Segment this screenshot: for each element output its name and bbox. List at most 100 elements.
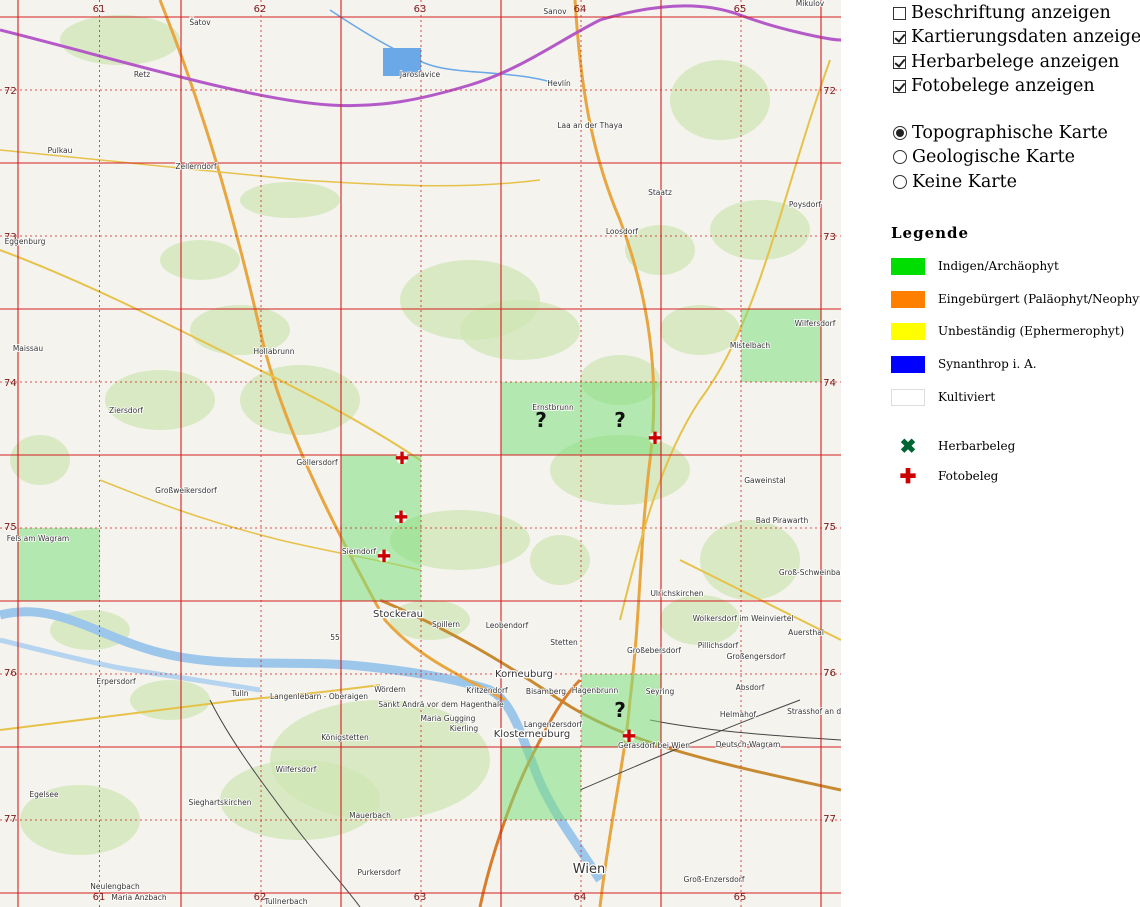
- place-label: Wördern: [374, 685, 406, 694]
- place-label: Helmahof: [720, 710, 757, 719]
- checkbox-herbarbelege[interactable]: Herbarbelege anzeigen: [891, 50, 1119, 74]
- legend-swatch: [891, 355, 925, 373]
- forest-patch: [160, 240, 240, 280]
- place-label: Groß-Enzersdorf: [684, 875, 745, 884]
- fotobeleg-icon: ✚: [395, 449, 409, 469]
- checkbox-box[interactable]: [893, 79, 906, 93]
- checkbox-kartierungsdaten[interactable]: Kartierungsdaten anzeigen: [891, 25, 1140, 49]
- grid-row-label: 74: [823, 378, 836, 389]
- herbarbeleg-icon: ✖: [899, 434, 917, 458]
- checkbox-beschriftung[interactable]: Beschriftung anzeigen: [891, 1, 1111, 25]
- grid-row-label: 77: [823, 814, 836, 825]
- grid-col-label: 63: [414, 4, 427, 15]
- place-label: Korneuburg: [495, 669, 553, 680]
- grid-row-label: 75: [4, 522, 17, 533]
- grid-row-label: 76: [4, 668, 17, 679]
- fotobeleg-marker[interactable]: ✚: [377, 547, 391, 567]
- grid-col-label: 65: [734, 892, 747, 903]
- place-label: Kierling: [450, 724, 479, 733]
- forest-patch: [240, 182, 340, 218]
- place-label: Loosdorf: [606, 227, 639, 236]
- grid-col-label: 64: [574, 4, 587, 15]
- grid-col-label: 63: [414, 892, 427, 903]
- checkbox-label: Fotobelege anzeigen: [911, 76, 1095, 96]
- forest-patch: [60, 15, 180, 65]
- legend-swatch: [891, 257, 925, 275]
- radio-geologisch[interactable]: Geologische Karte: [891, 145, 1075, 169]
- checkbox-label: Kartierungsdaten anzeigen: [911, 27, 1140, 47]
- question-mark-icon: ?: [614, 698, 626, 722]
- place-label: Maissau: [13, 344, 44, 353]
- place-label: Poysdorf: [789, 200, 822, 209]
- fotobeleg-icon: ✚: [622, 727, 636, 747]
- legend-label: Fotobeleg: [938, 469, 999, 483]
- legend-label: Herbarbeleg: [938, 439, 1016, 453]
- place-label: Pillichsdorf: [698, 641, 739, 650]
- unknown-status-marker[interactable]: ?: [614, 408, 626, 432]
- fotobeleg-marker[interactable]: ✚: [395, 449, 409, 469]
- place-label: Hollabrunn: [253, 347, 294, 356]
- checkbox-box[interactable]: [893, 6, 906, 20]
- legend-item: Unbeständig (Ephermerophyt): [891, 321, 1124, 341]
- place-label: Groß-Schweinbarth: [779, 568, 841, 577]
- distribution-map[interactable]: 61 61 62 62 63 63 64 64 65 65 72 72 73 73 74 74 75 75 76 76…: [0, 0, 841, 907]
- unknown-status-marker[interactable]: ?: [614, 698, 626, 722]
- place-label: Erpersdorf: [96, 677, 136, 686]
- fotobeleg-marker[interactable]: ✚: [648, 429, 662, 449]
- grid-col-label: 62: [254, 4, 267, 15]
- place-label: Purkersdorf: [358, 868, 401, 877]
- radio-button[interactable]: [893, 126, 907, 140]
- radio-button[interactable]: [893, 150, 907, 164]
- place-label: Šatov: [189, 18, 211, 27]
- fotobeleg-icon: ✚: [899, 464, 917, 488]
- legend-item: Synanthrop i. A.: [891, 354, 1037, 374]
- legend-symbol-fotobeleg: ✚ Fotobeleg: [891, 464, 999, 488]
- place-label: Wolkersdorf im Weinviertel: [693, 614, 794, 623]
- place-label: Tulln: [230, 689, 248, 698]
- place-label: Spillern: [432, 620, 460, 629]
- forest-patch: [710, 200, 810, 260]
- place-label: Mistelbach: [730, 341, 771, 350]
- place-label: Maria Gugging: [421, 714, 476, 723]
- map-canvas[interactable]: 6161626263636464656572 7273 7374 7475 7576 76…: [0, 0, 841, 907]
- legend-label: Kultiviert: [938, 390, 996, 404]
- place-label: Bad Pirawarth: [756, 516, 809, 525]
- legend-item: Kultiviert: [891, 387, 995, 407]
- radio-keine-karte[interactable]: Keine Karte: [891, 170, 1017, 194]
- legend-label: Synanthrop i. A.: [938, 357, 1037, 371]
- fotobeleg-marker[interactable]: ✚: [622, 727, 636, 747]
- place-label: Jaroslavice: [399, 70, 441, 79]
- place-label: Tullnerbach: [263, 897, 307, 906]
- radio-label: Geologische Karte: [912, 147, 1076, 167]
- checkbox-box[interactable]: [893, 30, 906, 44]
- place-label: Klosterneuburg: [494, 729, 570, 740]
- grid-row-label: 72: [4, 86, 17, 97]
- forest-patch: [105, 370, 215, 430]
- fotobeleg-marker[interactable]: ✚: [394, 508, 408, 528]
- checkbox-fotobelege[interactable]: Fotobelege anzeigen: [891, 74, 1095, 98]
- radio-topographisch[interactable]: Topographische Karte: [891, 121, 1108, 145]
- place-label: Zellerndorf: [175, 162, 217, 171]
- legend-swatch: [891, 290, 925, 308]
- place-label: Sankt Andrä vor dem Hagenthale: [378, 700, 504, 709]
- forest-patch: [660, 305, 740, 355]
- place-label: Absdorf: [736, 683, 765, 692]
- legend-item: Eingebürgert (Paläophyt/Neophyt): [891, 289, 1140, 309]
- place-label: Mauerbach: [349, 811, 391, 820]
- place-label: Stetten: [550, 638, 578, 647]
- place-label: Großebersdorf: [627, 646, 681, 655]
- place-label: 55: [330, 633, 340, 642]
- forest-patch: [700, 520, 800, 600]
- place-label: Königstetten: [321, 733, 369, 742]
- legend-label: Eingebürgert (Paläophyt/Neophyt): [938, 292, 1140, 306]
- place-label: Mikulov: [796, 0, 825, 8]
- place-label: Sanov: [543, 7, 567, 16]
- place-label: Sierndorf: [342, 547, 377, 556]
- grid-row-label: 77: [4, 814, 17, 825]
- checkbox-box[interactable]: [893, 55, 906, 69]
- fotobeleg-icon: ✚: [377, 547, 391, 567]
- radio-button[interactable]: [893, 175, 907, 189]
- place-label: Wien: [573, 862, 605, 877]
- unknown-status-marker[interactable]: ?: [535, 408, 547, 432]
- question-mark-icon: ?: [614, 408, 626, 432]
